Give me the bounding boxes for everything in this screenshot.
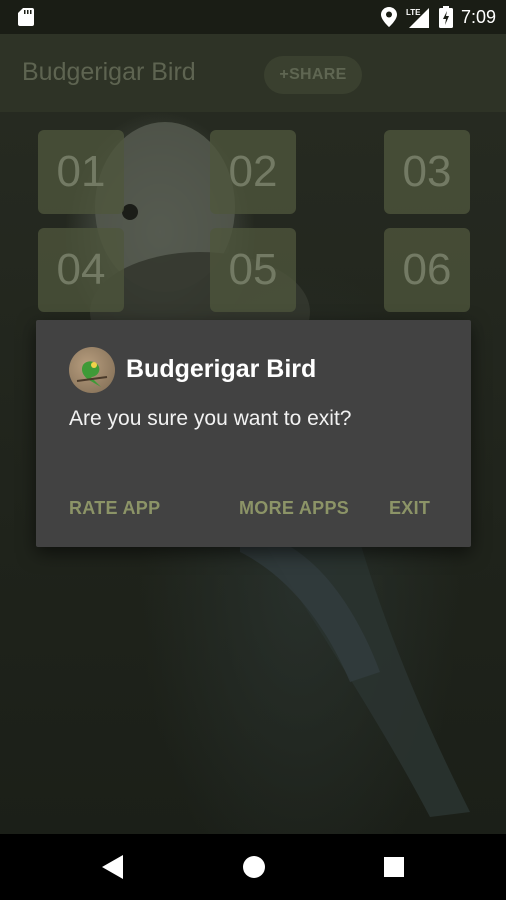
home-icon[interactable] bbox=[243, 856, 265, 878]
tile-06[interactable]: 06 bbox=[384, 228, 470, 312]
app-title: Budgerigar Bird bbox=[22, 58, 196, 86]
tile-01[interactable]: 01 bbox=[38, 130, 124, 214]
location-icon bbox=[380, 7, 397, 27]
back-icon[interactable] bbox=[102, 855, 123, 879]
more-apps-button[interactable]: MORE APPS bbox=[239, 498, 349, 519]
status-time: 7:09 bbox=[460, 6, 496, 27]
signal-icon: LTE bbox=[406, 8, 429, 28]
share-button[interactable]: +SHARE bbox=[264, 56, 362, 94]
rate-app-button[interactable]: RATE APP bbox=[69, 498, 160, 519]
tile-05[interactable]: 05 bbox=[210, 228, 296, 312]
status-bar: LTE 7:09 bbox=[0, 0, 506, 34]
tile-02[interactable]: 02 bbox=[210, 130, 296, 214]
tile-03[interactable]: 03 bbox=[384, 130, 470, 214]
tile-04[interactable]: 04 bbox=[38, 228, 124, 312]
app-bar: Budgerigar Bird +SHARE bbox=[0, 34, 506, 112]
app-icon bbox=[69, 347, 115, 393]
exit-button[interactable]: EXIT bbox=[389, 498, 430, 519]
exit-dialog: Budgerigar Bird Are you sure you want to… bbox=[36, 320, 471, 547]
dialog-message: Are you sure you want to exit? bbox=[69, 407, 352, 430]
sd-card-icon bbox=[18, 8, 34, 26]
recents-icon[interactable] bbox=[384, 857, 404, 877]
navigation-bar bbox=[0, 834, 506, 900]
dialog-title: Budgerigar Bird bbox=[126, 355, 317, 383]
battery-icon bbox=[438, 6, 453, 28]
lte-label: LTE bbox=[406, 8, 421, 17]
